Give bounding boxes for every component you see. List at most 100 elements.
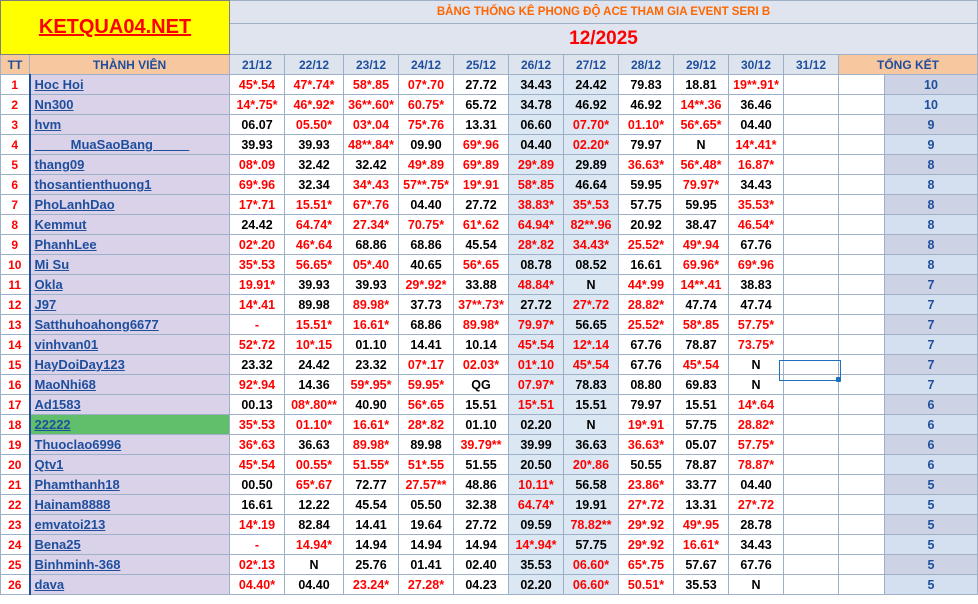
result-cell[interactable]: 28.78 xyxy=(728,514,784,535)
result-cell[interactable]: 39.93 xyxy=(284,134,344,155)
result-cell[interactable]: 07.70* xyxy=(563,114,619,135)
result-cell[interactable]: 35*.53 xyxy=(563,194,619,215)
result-cell[interactable]: 46*.92* xyxy=(284,94,344,115)
result-cell[interactable]: 36.63 xyxy=(563,434,619,455)
result-cell[interactable]: 67.76 xyxy=(728,554,784,575)
result-cell[interactable]: 19*.91 xyxy=(453,174,509,195)
result-cell[interactable]: 34.43 xyxy=(508,74,564,95)
member-name-link[interactable]: MaoNhi68 xyxy=(29,374,230,395)
result-cell[interactable]: 89.98 xyxy=(284,294,344,315)
result-cell[interactable]: 56.65 xyxy=(563,314,619,335)
result-cell[interactable]: N xyxy=(284,554,344,575)
result-cell[interactable]: 06.60* xyxy=(563,574,619,595)
result-cell[interactable]: 29*.92 xyxy=(618,514,674,535)
result-cell[interactable]: 14.41 xyxy=(398,334,454,355)
result-cell[interactable]: 27.72 xyxy=(453,514,509,535)
result-cell[interactable]: 20.50 xyxy=(508,454,564,475)
result-cell[interactable]: 69*.96 xyxy=(229,174,285,195)
result-cell[interactable]: 16.61 xyxy=(229,494,285,515)
result-cell[interactable]: 64.74* xyxy=(508,494,564,515)
result-cell[interactable]: 79.97* xyxy=(508,314,564,335)
result-cell[interactable] xyxy=(783,414,839,435)
result-cell[interactable]: 13.31 xyxy=(673,494,729,515)
result-cell[interactable]: 04.40 xyxy=(728,474,784,495)
result-cell[interactable]: 01.10 xyxy=(453,414,509,435)
result-cell[interactable]: 32.34 xyxy=(284,174,344,195)
result-cell[interactable]: 07.97* xyxy=(508,374,564,395)
result-cell[interactable]: 14**.36 xyxy=(673,94,729,115)
result-cell[interactable]: 37**.73* xyxy=(453,294,509,315)
result-cell[interactable]: 40.90 xyxy=(343,394,399,415)
result-cell[interactable]: 12*.14 xyxy=(563,334,619,355)
result-cell[interactable]: 05.50* xyxy=(284,114,344,135)
result-cell[interactable]: 14.36 xyxy=(284,374,344,395)
result-cell[interactable]: 47.74 xyxy=(673,294,729,315)
result-cell[interactable]: 10.14 xyxy=(453,334,509,355)
result-cell[interactable] xyxy=(783,214,839,235)
result-cell[interactable]: 16.87* xyxy=(728,154,784,175)
result-cell[interactable]: 46.54* xyxy=(728,214,784,235)
result-cell[interactable]: 02.03* xyxy=(453,354,509,375)
result-cell[interactable]: 35.53 xyxy=(508,554,564,575)
result-cell[interactable]: N xyxy=(673,134,729,155)
result-cell[interactable]: 69.83 xyxy=(673,374,729,395)
result-cell[interactable] xyxy=(783,234,839,255)
member-name-link[interactable]: HayDoiDay123 xyxy=(29,354,230,375)
result-cell[interactable]: 06.60* xyxy=(563,554,619,575)
result-cell[interactable]: 45*.54 xyxy=(673,354,729,375)
result-cell[interactable]: - xyxy=(229,314,285,335)
result-cell[interactable]: 05.07 xyxy=(673,434,729,455)
result-cell[interactable]: 03*.04 xyxy=(343,114,399,135)
result-cell[interactable]: 56.58 xyxy=(563,474,619,495)
result-cell[interactable]: 04.23 xyxy=(453,574,509,595)
result-cell[interactable]: 04.40 xyxy=(508,134,564,155)
result-cell[interactable]: 78.87 xyxy=(673,334,729,355)
result-cell[interactable]: 79.97 xyxy=(618,394,674,415)
member-name-link[interactable]: hvm xyxy=(29,114,230,135)
member-name-link[interactable]: dava xyxy=(29,574,230,595)
result-cell[interactable]: N xyxy=(728,574,784,595)
result-cell[interactable]: 29.89 xyxy=(563,154,619,175)
result-cell[interactable]: 57.75* xyxy=(728,434,784,455)
result-cell[interactable] xyxy=(783,474,839,495)
member-name-link[interactable]: Kemmut xyxy=(29,214,230,235)
result-cell[interactable]: 01.10 xyxy=(343,334,399,355)
result-cell[interactable]: 36.46 xyxy=(728,94,784,115)
result-cell[interactable]: 78.87* xyxy=(728,454,784,475)
result-cell[interactable]: 92*.94 xyxy=(229,374,285,395)
result-cell[interactable]: 47.74 xyxy=(728,294,784,315)
result-cell[interactable]: 89.98* xyxy=(343,294,399,315)
result-cell[interactable]: 08*.80** xyxy=(284,394,344,415)
result-cell[interactable] xyxy=(783,94,839,115)
member-name-link[interactable]: Bena25 xyxy=(29,534,230,555)
result-cell[interactable]: 34.78 xyxy=(508,94,564,115)
result-cell[interactable]: 58*.85 xyxy=(673,314,729,335)
result-cell[interactable]: 19.64 xyxy=(398,514,454,535)
result-cell[interactable]: 24.42 xyxy=(563,74,619,95)
result-cell[interactable]: 14**.41 xyxy=(673,274,729,295)
result-cell[interactable]: 48**.84* xyxy=(343,134,399,155)
result-cell[interactable]: 06.07 xyxy=(229,114,285,135)
member-name-link[interactable]: Mi Su xyxy=(29,254,230,275)
result-cell[interactable]: 35*.53 xyxy=(229,254,285,275)
result-cell[interactable] xyxy=(783,534,839,555)
result-cell[interactable]: 65*.67 xyxy=(284,474,344,495)
result-cell[interactable]: 16.61* xyxy=(673,534,729,555)
result-cell[interactable]: 08.80 xyxy=(618,374,674,395)
result-cell[interactable]: 19.91 xyxy=(563,494,619,515)
result-cell[interactable]: 00.13 xyxy=(229,394,285,415)
result-cell[interactable]: 58*.85 xyxy=(508,174,564,195)
result-cell[interactable]: - xyxy=(229,534,285,555)
result-cell[interactable]: 57**.75* xyxy=(398,174,454,195)
result-cell[interactable]: 16.61 xyxy=(618,254,674,275)
result-cell[interactable]: 23.32 xyxy=(229,354,285,375)
result-cell[interactable]: 18.81 xyxy=(673,74,729,95)
result-cell[interactable] xyxy=(783,494,839,515)
result-cell[interactable]: 79.97* xyxy=(673,174,729,195)
result-cell[interactable]: 69*.96 xyxy=(728,254,784,275)
result-cell[interactable]: QG xyxy=(453,374,509,395)
result-cell[interactable]: 65*.75 xyxy=(618,554,674,575)
result-cell[interactable]: 67.76 xyxy=(618,354,674,375)
result-cell[interactable]: N xyxy=(728,374,784,395)
result-cell[interactable]: 27.28* xyxy=(398,574,454,595)
